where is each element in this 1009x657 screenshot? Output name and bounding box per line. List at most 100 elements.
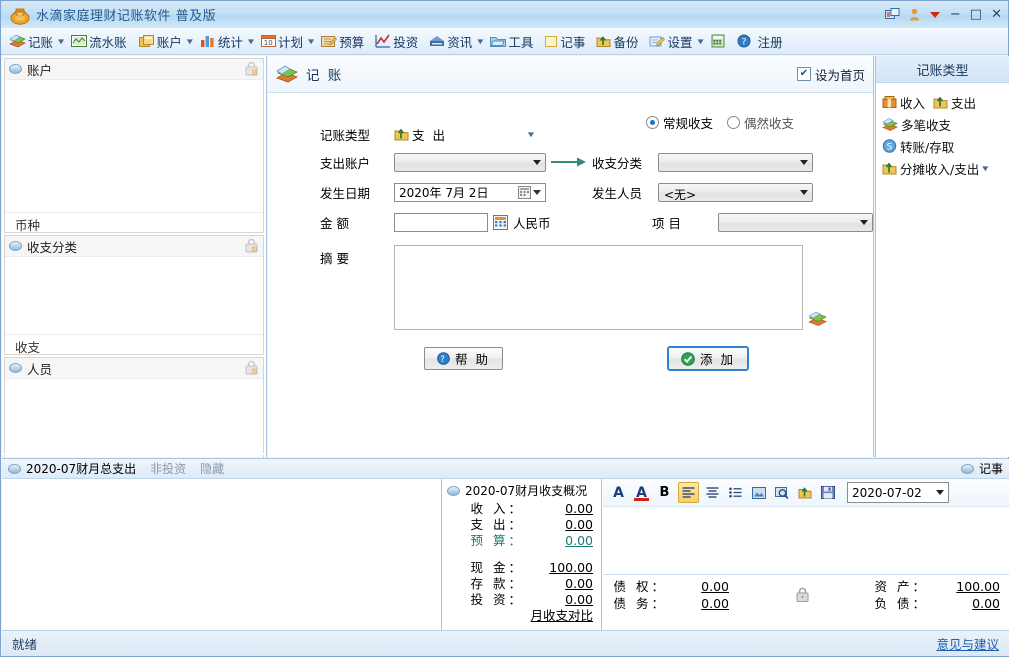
- chevron-down-icon[interactable]: [800, 159, 808, 165]
- insert-image-icon[interactable]: [749, 483, 768, 502]
- bold-icon[interactable]: B: [655, 483, 674, 502]
- account-select[interactable]: [394, 152, 546, 172]
- collapse-icon[interactable]: [9, 241, 22, 251]
- tab-non-investment[interactable]: 非投资: [150, 460, 186, 477]
- record-type-split[interactable]: 分摊收入/支出 ▼: [882, 157, 1009, 179]
- bullet-list-icon[interactable]: [726, 483, 745, 502]
- memo-textarea[interactable]: [394, 245, 803, 330]
- group-header[interactable]: 收支分类: [5, 236, 263, 257]
- radio-regular-mark[interactable]: [646, 116, 659, 129]
- notes-panel-toggle[interactable]: 记事: [960, 460, 1003, 477]
- dropdown-caret-icon[interactable]: [929, 11, 941, 19]
- record-type-income[interactable]: 收入: [882, 91, 925, 113]
- help-button[interactable]: ? 帮 助: [424, 347, 503, 370]
- add-button[interactable]: 添 加: [666, 346, 749, 371]
- chevron-down-icon[interactable]: [860, 219, 868, 225]
- chevron-down-icon[interactable]: ▼: [58, 37, 64, 44]
- overview-value[interactable]: 0.00: [524, 576, 593, 592]
- chevron-down-icon[interactable]: [800, 189, 808, 195]
- menu-item-tongji[interactable]: 统计: [198, 30, 245, 52]
- radio-regular[interactable]: 常规收支: [646, 113, 713, 132]
- collapse-icon[interactable]: [9, 363, 22, 373]
- zoom-icon[interactable]: [772, 483, 791, 502]
- font-color-icon[interactable]: A: [609, 483, 628, 502]
- feedback-link[interactable]: 意见与建议: [936, 634, 999, 653]
- menu-item-jizhang[interactable]: 记账: [7, 30, 55, 52]
- export-icon[interactable]: [795, 483, 814, 502]
- finance-value[interactable]: 0.00: [667, 595, 729, 612]
- overview-value[interactable]: 0.00: [524, 501, 593, 517]
- group-header[interactable]: 账户: [5, 59, 263, 80]
- window-controls[interactable]: − □ ✕: [884, 1, 1002, 28]
- finance-value[interactable]: 0.00: [928, 595, 1000, 612]
- overview-header[interactable]: 2020-07财月收支概况: [442, 479, 601, 501]
- flow-type-radio-group[interactable]: 常规收支 偶然收支: [646, 113, 794, 132]
- collapse-icon[interactable]: [447, 485, 460, 496]
- calculator-icon[interactable]: [493, 214, 508, 230]
- collapse-icon[interactable]: [960, 463, 974, 474]
- group-body[interactable]: [5, 257, 263, 334]
- calendar-picker-icon[interactable]: [518, 185, 531, 199]
- menu-item-gongju[interactable]: 工具: [488, 30, 535, 52]
- group-body[interactable]: [5, 80, 263, 212]
- menu-item-touzi[interactable]: 投资: [373, 30, 420, 52]
- align-left-icon[interactable]: [678, 482, 699, 503]
- chevron-down-icon[interactable]: [936, 490, 944, 495]
- overview-value[interactable]: 100.00: [524, 560, 593, 576]
- notes-toolbar[interactable]: A A B 2020-07-02: [603, 479, 1009, 507]
- chevron-down-icon[interactable]: ▼: [308, 37, 314, 44]
- close-button[interactable]: ✕: [991, 8, 1002, 21]
- chevron-down-icon[interactable]: [533, 159, 541, 165]
- notes-editor[interactable]: [603, 507, 1009, 574]
- record-type-transfer[interactable]: S 转账/存取: [882, 135, 1009, 157]
- checkbox-box[interactable]: ✔: [796, 67, 811, 81]
- collapse-icon[interactable]: [8, 463, 21, 474]
- set-home-checkbox[interactable]: ✔ 设为首页: [796, 65, 865, 84]
- chevron-down-icon[interactable]: ▼: [187, 37, 193, 44]
- menu-item-zhanghu[interactable]: 账户: [137, 30, 184, 52]
- minimize-button[interactable]: −: [950, 8, 961, 21]
- chevron-down-icon[interactable]: ▼: [982, 164, 988, 171]
- finance-value[interactable]: 100.00: [928, 578, 1000, 595]
- chevron-down-icon[interactable]: [533, 189, 541, 195]
- person-select[interactable]: <无>: [658, 182, 813, 202]
- radio-occasional[interactable]: 偶然收支: [727, 113, 794, 132]
- notes-date-select[interactable]: 2020-07-02: [847, 482, 949, 503]
- menu-item-beifen[interactable]: 备份: [594, 30, 640, 52]
- menu-item-calculator[interactable]: [709, 30, 729, 52]
- align-center-icon[interactable]: [703, 483, 722, 502]
- monthly-compare-link[interactable]: 月收支对比: [442, 608, 593, 624]
- category-select[interactable]: [658, 152, 813, 172]
- maximize-button[interactable]: □: [970, 8, 982, 21]
- project-select[interactable]: [718, 212, 873, 232]
- radio-occasional-mark[interactable]: [727, 116, 741, 129]
- lock-icon[interactable]: [795, 587, 810, 603]
- menu-item-zixun[interactable]: 资讯: [427, 30, 474, 52]
- menu-item-shezhi[interactable]: 设置: [647, 30, 694, 52]
- overview-value[interactable]: 0.00: [524, 517, 593, 533]
- chevron-down-icon[interactable]: ▼: [697, 37, 703, 44]
- date-input[interactable]: 2020年 7月 2日: [394, 182, 546, 202]
- lock-icon[interactable]: [245, 62, 258, 76]
- ledger-icon[interactable]: [808, 245, 827, 330]
- menu-item-yusuan[interactable]: 预算: [319, 30, 366, 52]
- amount-input[interactable]: [394, 212, 488, 232]
- menu-item-zhuce[interactable]: ? 注册: [735, 30, 785, 52]
- chevron-down-icon[interactable]: ▼: [248, 37, 254, 44]
- menu-item-jishi[interactable]: 记事: [542, 30, 587, 52]
- chevron-down-icon[interactable]: ▼: [528, 130, 534, 137]
- restore-window-icon[interactable]: [884, 8, 900, 21]
- collapse-icon[interactable]: [9, 64, 22, 74]
- menu-item-liushuizhang[interactable]: 流水账: [69, 30, 129, 52]
- bottom-bar-title-group[interactable]: 2020-07财月总支出: [8, 460, 136, 477]
- tab-hidden[interactable]: 隐藏: [200, 460, 224, 477]
- chevron-down-icon[interactable]: ▼: [477, 37, 483, 44]
- user-icon[interactable]: [909, 8, 920, 21]
- save-icon[interactable]: [818, 483, 837, 502]
- text-underline-color-icon[interactable]: A: [632, 483, 651, 502]
- group-body[interactable]: [5, 379, 263, 454]
- overview-value[interactable]: 0.00: [524, 592, 593, 608]
- record-type-expense[interactable]: 支出: [933, 91, 976, 113]
- group-header[interactable]: 人员: [5, 358, 263, 379]
- record-type-multi[interactable]: 多笔收支: [882, 113, 1009, 135]
